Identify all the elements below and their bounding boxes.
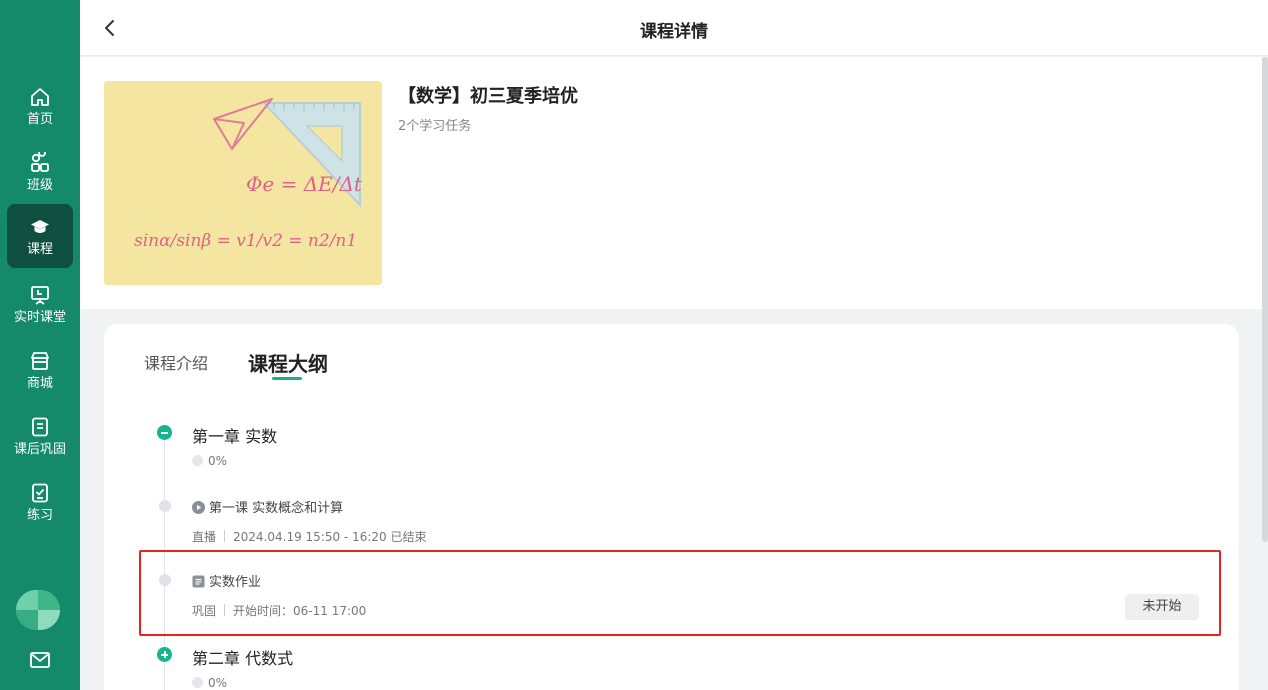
graduation-cap-icon [31,220,49,233]
thumbnail-formula: sinα/sinβ = v1/v2 = n2/n1 [134,231,357,251]
homework-start-time: 开始时间：06-11 17:00 [233,604,367,618]
progress-value: 0% [208,676,228,690]
sidebar-item-store[interactable]: 商城 [7,338,73,402]
chapter-title[interactable]: 第一章 实数 [192,423,277,447]
sidebar-item-class[interactable]: 班级 [7,140,73,204]
lesson-time: 2024.04.19 15:50 - 16:20 已结束 [233,530,427,544]
sidebar-item-consolidation[interactable]: 课后巩固 [7,404,73,468]
sidebar-item-label: 实时课堂 [13,310,66,325]
course-task-count: 2个学习任务 [398,119,472,134]
sidebar-item-label: 课后巩固 [13,442,66,457]
sidebar-item-label: 首页 [26,112,53,127]
progress-ring-icon [192,677,203,688]
lesson-type: 直播 [192,530,217,544]
sidebar: 首页 班级 课程 实时课堂 商城 课后巩固 练习 [0,0,80,690]
homework-type: 巩固 [192,604,217,618]
divider [224,530,226,542]
tab-course-outline[interactable]: 课程大纲 [248,348,328,377]
tab-course-intro[interactable]: 课程介绍 [144,350,208,374]
chapter-title[interactable]: 第二章 代数式 [192,645,293,669]
thumbnail-formula: Φe = ΔE/Δt [246,172,363,196]
home-icon [31,88,49,106]
sidebar-item-course[interactable]: 课程 [7,204,73,268]
progress-value: 0% [208,454,228,468]
scrollbar[interactable] [1262,57,1268,542]
homework-title: 实数作业 [209,575,262,590]
chapter-progress: 0% [192,676,227,690]
course-title: 【数学】初三夏季培优 [398,86,578,107]
tab-active-indicator [272,377,302,380]
expand-chapter-icon[interactable] [157,647,172,662]
sidebar-item-practice[interactable]: 练习 [7,470,73,534]
presentation-board-icon [31,286,49,305]
homework-item[interactable]: 实数作业 [192,571,261,590]
sidebar-item-live-class[interactable]: 实时课堂 [7,272,73,336]
checklist-icon [32,483,48,503]
avatar[interactable] [16,590,60,630]
homework-meta: 巩固 开始时间：06-11 17:00 [192,602,366,619]
header: 课程详情 [80,0,1268,56]
timeline-dot [159,500,171,512]
lesson-meta: 直播 2024.04.19 15:50 - 16:20 已结束 [192,528,426,545]
timeline-dot [159,574,171,586]
document-icon [192,575,205,588]
course-info: Φe = ΔE/Δt sinα/sinβ = v1/v2 = n2/n1 【数学… [80,57,1262,309]
users-icon [31,152,49,172]
notebook-icon [32,417,48,437]
chapter-progress: 0% [192,454,227,468]
page-title: 课程详情 [640,22,708,42]
sidebar-item-label: 课程 [26,242,53,257]
play-icon [192,501,205,514]
mail-icon[interactable] [29,650,51,670]
lesson-title: 第一课 实数概念和计算 [209,501,344,516]
not-started-button[interactable]: 未开始 [1125,594,1199,620]
sidebar-item-label: 班级 [26,178,53,193]
collapse-chapter-icon[interactable] [157,425,172,440]
course-detail-card: 课程介绍 课程大纲 第一章 实数 0% 第一课 实数概念和计算 直播 2024.0… [104,324,1239,690]
sidebar-item-home[interactable]: 首页 [7,74,73,138]
store-icon [31,352,49,370]
sidebar-item-label: 商城 [26,376,53,391]
course-thumbnail[interactable]: Φe = ΔE/Δt sinα/sinβ = v1/v2 = n2/n1 [104,81,382,285]
sidebar-item-label: 练习 [26,508,53,523]
divider [224,604,226,616]
lesson-item[interactable]: 第一课 实数概念和计算 [192,497,343,516]
progress-ring-icon [192,455,203,466]
